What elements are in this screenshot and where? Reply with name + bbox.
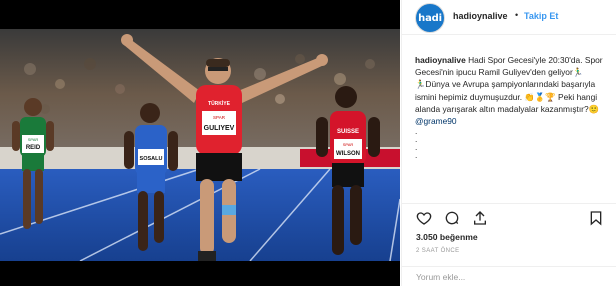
bookmark-icon[interactable]: [588, 210, 604, 226]
comment-input[interactable]: [416, 270, 606, 284]
caption-dot: .: [415, 142, 418, 153]
post-caption: hadioynalive Hadi Spor Gecesi'yle 20:30'…: [415, 54, 611, 159]
post-photo: SPAR REID SOSALU SUISSE SPAR WILSON TÜRK…: [0, 29, 400, 261]
svg-text:SOSALU: SOSALU: [140, 156, 163, 162]
caption-dot: .: [415, 150, 418, 161]
post-timestamp[interactable]: 2 SAAT ÖNCE: [416, 248, 460, 254]
avatar-logo-text: hadi: [418, 12, 442, 24]
post-image[interactable]: SPAR REID SOSALU SUISSE SPAR WILSON TÜRK…: [0, 0, 400, 286]
svg-text:WILSON: WILSON: [336, 151, 360, 157]
action-bar: [402, 203, 616, 227]
post-header: hadi hadioynalive • Takip Et: [402, 0, 616, 35]
post-sidebar: hadi hadioynalive • Takip Et hadioynaliv…: [401, 0, 616, 286]
svg-text:SPAR: SPAR: [213, 115, 226, 120]
caption-dot: .: [415, 126, 418, 137]
follow-button[interactable]: Takip Et: [524, 11, 558, 21]
caption-dot: .: [415, 134, 418, 145]
header-separator: •: [515, 10, 519, 20]
heart-icon[interactable]: [416, 210, 432, 226]
caption-username[interactable]: hadioynalive: [415, 55, 466, 65]
svg-text:SUISSE: SUISSE: [337, 129, 359, 135]
share-icon[interactable]: [472, 210, 488, 226]
header-username[interactable]: hadioynalive: [453, 11, 508, 21]
svg-text:REID: REID: [26, 145, 41, 151]
svg-text:SPAR: SPAR: [28, 137, 39, 142]
likes-count[interactable]: 3.050 beğenme: [416, 232, 478, 242]
comment-box: [402, 266, 616, 286]
svg-text:GULIYEV: GULIYEV: [204, 125, 235, 132]
svg-text:SPAR: SPAR: [343, 142, 354, 147]
svg-text:TÜRKİYE: TÜRKİYE: [208, 100, 231, 107]
comment-icon[interactable]: [444, 210, 460, 226]
avatar[interactable]: hadi: [415, 3, 445, 33]
caption-mention[interactable]: @grame90: [415, 116, 457, 126]
